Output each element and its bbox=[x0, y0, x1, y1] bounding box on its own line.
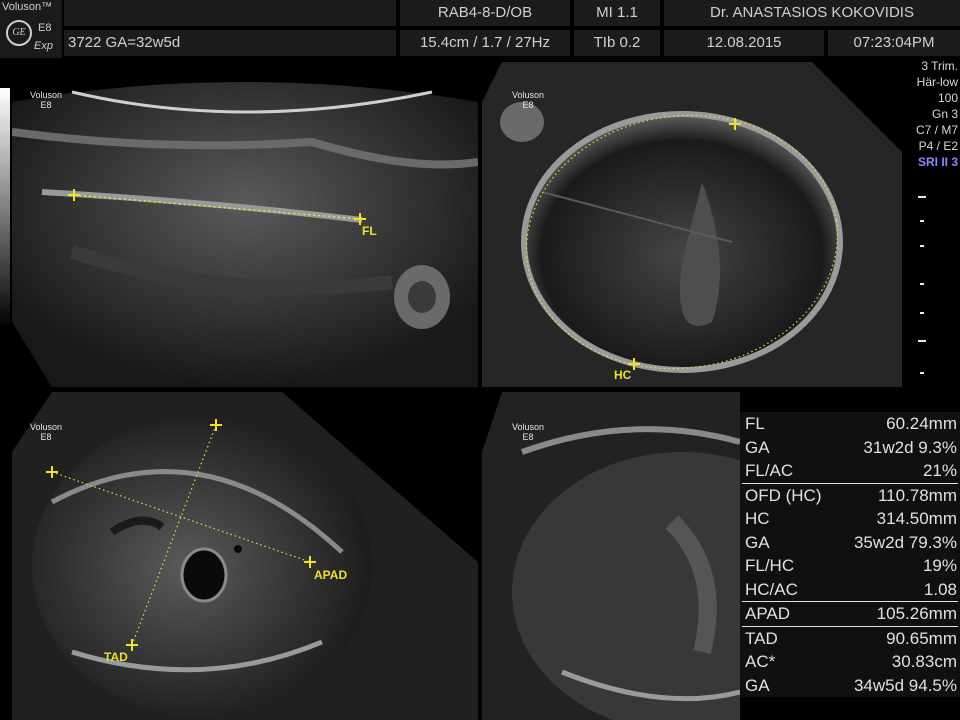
measurement-row: APAD 105.26mm bbox=[745, 604, 957, 623]
param-compression: C7 / M7 bbox=[915, 123, 958, 137]
ge-logo-block: Voluson™ GE E8 Exp bbox=[0, 0, 62, 58]
ultrasound-view-abdomen: Voluson E8 APAD TAD bbox=[12, 392, 478, 720]
measurement-row: GA 31w2d 9.3% bbox=[745, 437, 957, 457]
grayscale-bar bbox=[0, 88, 10, 328]
depth-tick bbox=[920, 220, 924, 222]
depth-frequency: 15.4cm / 1.7 / 27Hz bbox=[400, 30, 570, 56]
measure-label-fl: FL bbox=[362, 224, 377, 238]
depth-tick bbox=[920, 372, 924, 374]
header-blank bbox=[64, 0, 396, 26]
patient-ga: 3722 GA=32w5d bbox=[64, 30, 396, 56]
measurement-row: HC/AC 1.08 bbox=[745, 579, 957, 599]
measurement-row: OFD (HC) 110.78mm bbox=[745, 485, 957, 505]
measurement-row: TAD 90.65mm bbox=[745, 628, 957, 648]
probe-preset: RAB4-8-D/OB bbox=[400, 0, 570, 26]
exam-time: 07:23:04PM bbox=[828, 30, 960, 56]
measurement-row: GA 35w2d 79.3% bbox=[745, 532, 957, 552]
exam-mode: Exp bbox=[34, 40, 53, 52]
param-sri: SRI II 3 bbox=[917, 155, 958, 169]
mi-index: MI 1.1 bbox=[574, 0, 660, 26]
tib-index: TIb 0.2 bbox=[574, 30, 660, 56]
measurement-results-table: FL 60.24mm GA 31w2d 9.3% FL/AC 21% OFD (HC)… bbox=[740, 412, 960, 697]
voluson-tag: Voluson E8 bbox=[512, 422, 545, 442]
measurement-row: FL 60.24mm bbox=[745, 414, 957, 433]
measurement-row: AC* 30.83cm bbox=[745, 652, 957, 671]
doctor-name: Dr. ANASTASIOS KOKOVIDIS bbox=[664, 0, 960, 26]
exam-date: 12.08.2015 bbox=[664, 30, 824, 56]
measurement-row: FL/HC 19% bbox=[745, 556, 957, 575]
depth-tick bbox=[920, 312, 924, 314]
ge-logo-icon: GE bbox=[6, 20, 32, 46]
param-power: 100 bbox=[937, 91, 958, 105]
depth-tick bbox=[920, 245, 924, 247]
ultrasound-view-4: Voluson E8 bbox=[482, 392, 740, 720]
param-trimester: 3 Trim. bbox=[921, 59, 958, 73]
measurement-row: HC 314.50mm bbox=[745, 509, 957, 528]
measurement-row: GA 34w5d 94.5% bbox=[745, 675, 957, 695]
depth-tick bbox=[918, 340, 926, 342]
system-model: E8 bbox=[38, 22, 52, 34]
param-gain: Gn 3 bbox=[931, 107, 958, 121]
voluson-tag: Voluson E8 bbox=[30, 422, 63, 442]
ultrasound-view-head: Voluson E8 HC bbox=[482, 62, 902, 387]
measure-label-apad: APAD bbox=[314, 568, 348, 582]
brand-name: Voluson™ bbox=[2, 1, 53, 13]
scan-parameters: 3 Trim. Här-low 100 Gn 3 C7 / M7 P4 / E2… bbox=[916, 58, 958, 170]
measurement-row: FL/AC 21% bbox=[745, 461, 957, 480]
depth-tick bbox=[920, 283, 924, 285]
depth-tick bbox=[918, 196, 926, 198]
voluson-tag: Voluson E8 bbox=[512, 90, 545, 110]
measure-label-hc: HC bbox=[614, 368, 632, 382]
ultrasound-view-femur: Voluson E8 FL bbox=[12, 62, 478, 387]
status-header: Voluson™ GE E8 Exp 3722 GA=32w5d RAB4-8-… bbox=[0, 0, 960, 58]
measure-label-tad: TAD bbox=[104, 650, 128, 664]
param-persistence: P4 / E2 bbox=[918, 139, 958, 153]
voluson-tag: Voluson E8 bbox=[30, 90, 63, 110]
param-harmonic: Här-low bbox=[916, 75, 958, 89]
